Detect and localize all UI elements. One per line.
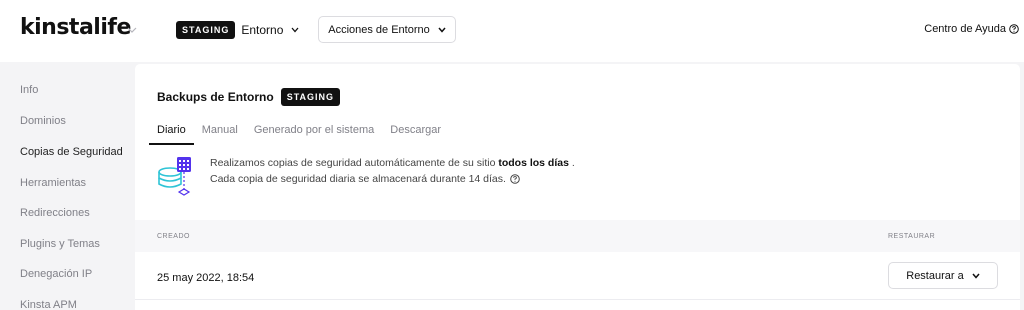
tab-manual[interactable]: Manual (194, 120, 246, 145)
help-center-label: Centro de Ayuda (924, 23, 1006, 35)
info-prefix: Realizamos copias de seguridad automátic… (210, 157, 496, 169)
staging-badge: STAGING (176, 21, 236, 39)
backup-created-date: 25 may 2022, 18:54 (157, 272, 255, 284)
staging-badge: STAGING (280, 88, 341, 106)
help-center-link[interactable]: Centro de Ayuda (924, 23, 1019, 35)
info-line-1: Realizamos copias de seguridad automátic… (210, 155, 575, 171)
sidebar-item-tools[interactable]: Herramientas (20, 177, 86, 189)
chevron-down-icon (972, 273, 980, 279)
environment-label: Entorno (241, 23, 284, 37)
sidebar-item-domains[interactable]: Dominios (20, 115, 66, 127)
environment-actions-button[interactable]: Acciones de Entorno (318, 16, 456, 43)
restore-to-label: Restaurar a (906, 269, 964, 282)
sidebar: Info Dominios Copias de Seguridad Herram… (0, 62, 135, 310)
card-header: Backups de Entorno STAGING (157, 88, 341, 106)
sidebar-item-kinsta-apm[interactable]: Kinsta APM (20, 299, 77, 310)
sidebar-item-info[interactable]: Info (20, 84, 38, 96)
sidebar-item-ip-deny[interactable]: Denegación IP (20, 268, 92, 280)
chevron-down-icon (438, 27, 446, 33)
retention-text: Cada copia de seguridad diaria se almace… (210, 173, 506, 185)
question-circle-icon (1009, 24, 1019, 34)
logo[interactable]: kinstalife (20, 15, 131, 40)
tab-daily[interactable]: Diario (149, 120, 194, 145)
question-circle-icon[interactable] (510, 174, 520, 184)
backup-tabs: Diario Manual Generado por el sistema De… (149, 120, 449, 145)
table-row: 25 may 2022, 18:54 Restaurar a (135, 252, 1020, 300)
tab-system-generated[interactable]: Generado por el sistema (246, 120, 382, 145)
info-line-2: Cada copia de seguridad diaria se almace… (210, 171, 575, 187)
chevron-down-icon[interactable] (126, 25, 138, 35)
backup-info-text: Realizamos copias de seguridad automátic… (210, 155, 575, 187)
sidebar-item-plugins-themes[interactable]: Plugins y Temas (20, 238, 100, 250)
info-suffix: . (571, 157, 575, 169)
sidebar-item-redirects[interactable]: Redirecciones (20, 207, 90, 219)
environment-actions-label: Acciones de Entorno (328, 23, 430, 36)
info-bold: todos los días (498, 157, 569, 169)
top-bar: kinstalife STAGING Entorno Acciones de E… (0, 0, 1024, 62)
sidebar-item-backups[interactable]: Copias de Seguridad (20, 146, 123, 158)
database-calendar-icon (158, 157, 191, 196)
environment-selector[interactable]: STAGING Entorno (176, 20, 299, 40)
table-header: CREADO RESTAURAR (135, 220, 1020, 252)
column-header-created: CREADO (157, 233, 190, 240)
page-title: Backups de Entorno (157, 90, 274, 104)
restore-to-button[interactable]: Restaurar a (888, 262, 998, 289)
chevron-down-icon (291, 27, 299, 33)
tab-download[interactable]: Descargar (382, 120, 449, 145)
backups-card: Backups de Entorno STAGING Diario Manual… (135, 64, 1020, 310)
column-header-restore: RESTAURAR (888, 233, 936, 240)
